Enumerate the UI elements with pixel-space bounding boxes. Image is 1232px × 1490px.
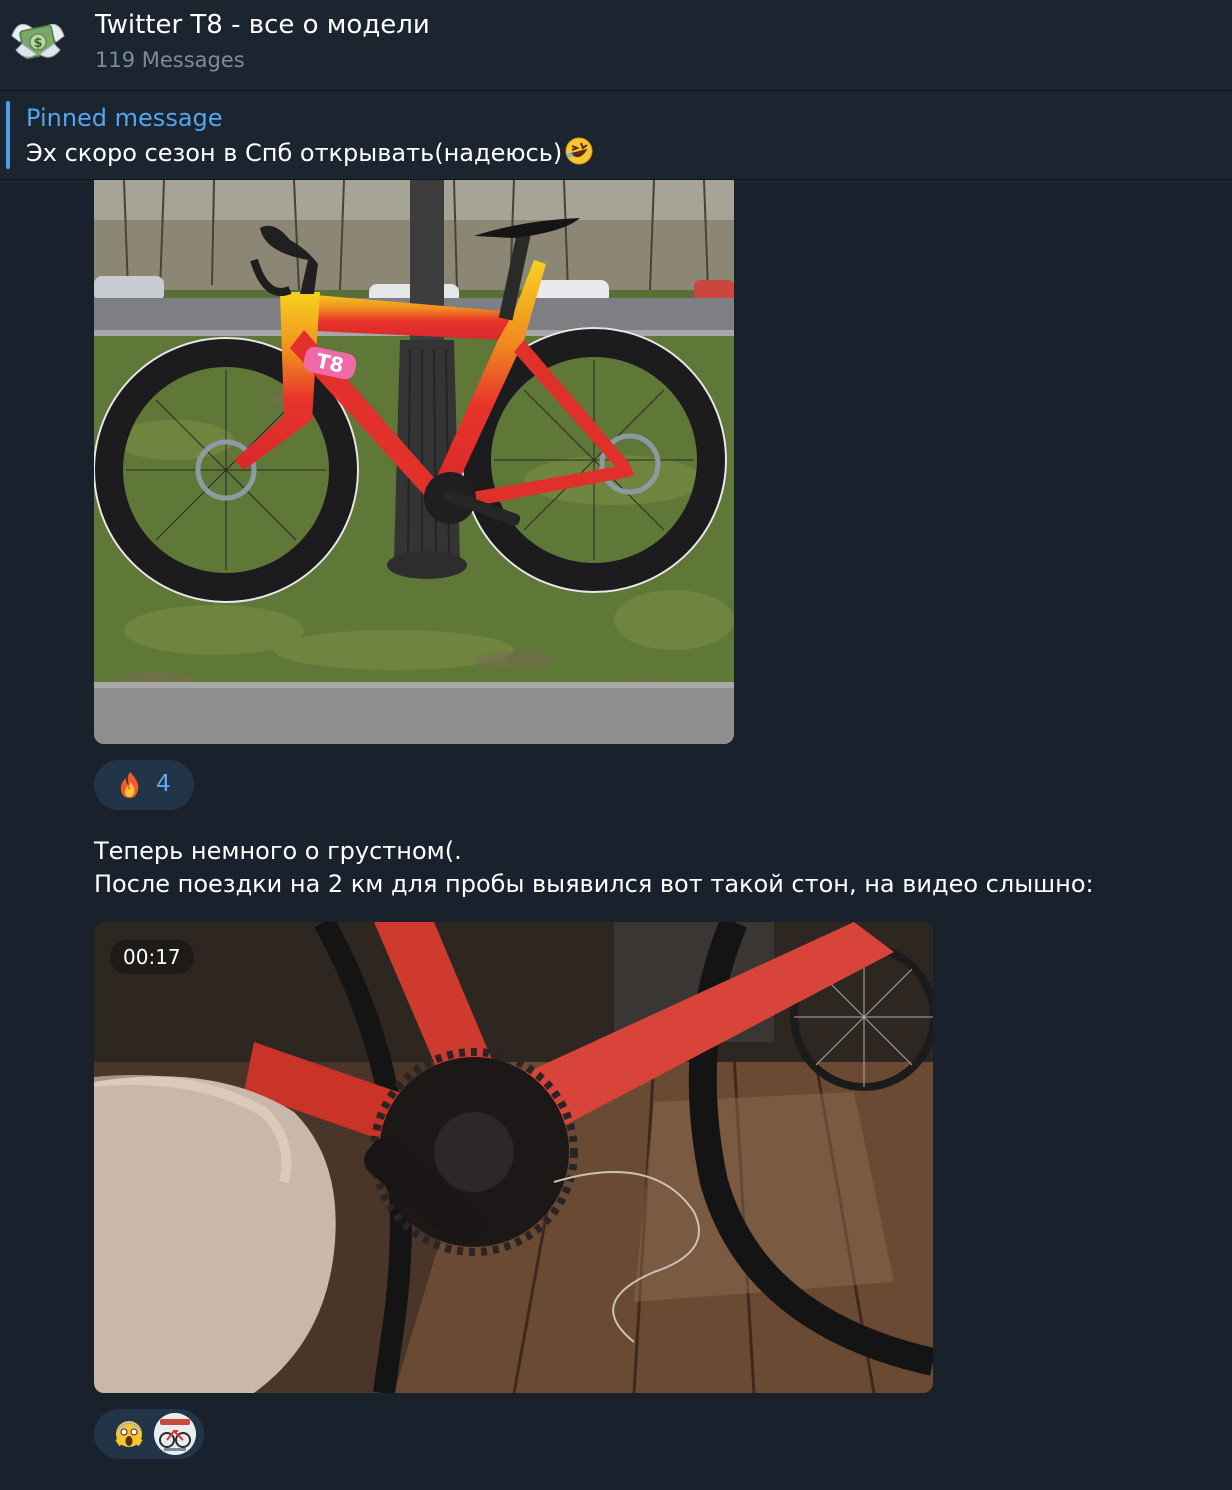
fire-icon	[116, 770, 144, 800]
pinned-message-bar[interactable]: Pinned message Эх скоро сезон в Спб откр…	[0, 91, 1232, 180]
rolling-on-floor-laughing-icon	[564, 136, 594, 166]
chat-title[interactable]: Twitter T8 - все о модели	[95, 10, 430, 40]
pinned-text: Эх скоро сезон в Спб открывать(надеюсь)	[26, 136, 594, 167]
bike-photo[interactable]: T8	[94, 180, 734, 744]
screaming-face-icon[interactable]	[114, 1419, 144, 1449]
pinned-label: Pinned message	[26, 104, 223, 132]
message-line-2: После поездки на 2 км для пробы выявился…	[94, 870, 1094, 898]
reaction-fire[interactable]: 4	[94, 760, 194, 810]
pinned-indicator	[6, 101, 10, 169]
message-count: 119 Messages	[95, 48, 245, 72]
video-duration-badge: 00:17	[110, 940, 194, 974]
message-text: Теперь немного о грустном(. После поездк…	[94, 835, 1094, 901]
reaction-count: 4	[156, 771, 171, 797]
chat-header[interactable]: $ Twitter T8 - все о модели 119 Messages	[0, 0, 1232, 91]
svg-text:$: $	[33, 36, 42, 51]
money-with-wings-icon[interactable]: $	[8, 14, 68, 68]
video-player[interactable]	[94, 922, 933, 1393]
reactions-row[interactable]	[94, 1409, 204, 1459]
user-avatar-bike-icon[interactable]	[154, 1413, 196, 1455]
pinned-text-content: Эх скоро сезон в Спб открывать(надеюсь)	[26, 139, 563, 167]
message-line-1: Теперь немного о грустном(.	[94, 837, 462, 865]
